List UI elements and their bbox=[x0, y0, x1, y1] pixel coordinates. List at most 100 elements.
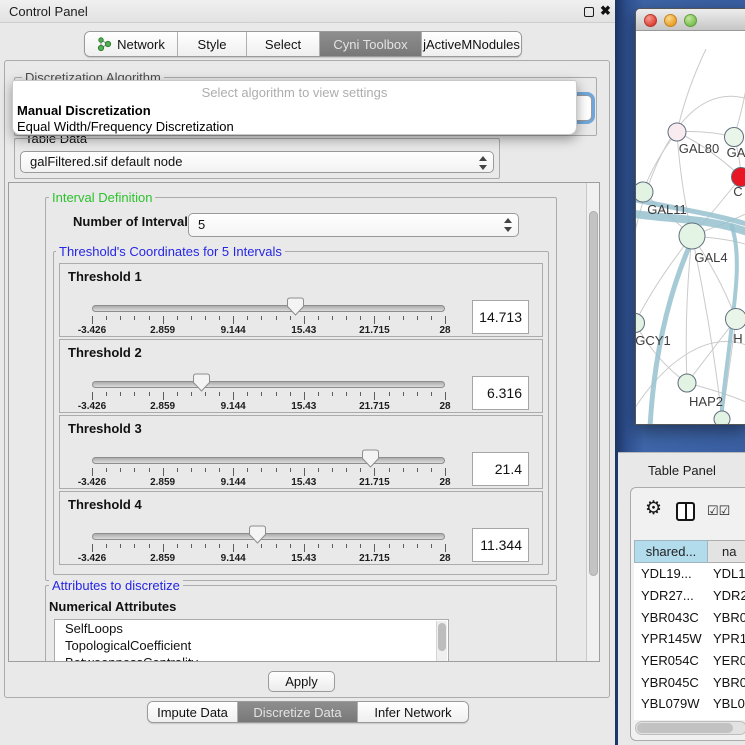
table-row[interactable]: YLR345WYLR3 bbox=[634, 715, 745, 720]
slider-tick bbox=[332, 392, 333, 396]
minimize-traffic-light-icon[interactable] bbox=[664, 14, 677, 27]
slider-tick bbox=[134, 392, 135, 396]
slider-tick bbox=[219, 316, 220, 320]
column-header-shared-name[interactable]: shared... bbox=[634, 540, 708, 563]
network-window-titlebar[interactable] bbox=[636, 9, 745, 31]
table-cell-shared-name: YBL079W bbox=[634, 696, 708, 711]
dropdown-item-equal-width-frequency[interactable]: Equal Width/Frequency Discretization bbox=[17, 119, 234, 134]
tab-label: Style bbox=[198, 37, 227, 52]
column-layout-icon[interactable] bbox=[676, 502, 695, 521]
slider-tick bbox=[389, 468, 390, 472]
tab-impute-data[interactable]: Impute Data bbox=[148, 702, 238, 722]
slider-tick bbox=[261, 544, 262, 548]
numerical-attributes-list[interactable]: SelfLoopsTopologicalCoefficientBetweenne… bbox=[54, 619, 449, 662]
attribute-list-item[interactable]: SelfLoops bbox=[55, 620, 448, 637]
network-node[interactable] bbox=[714, 411, 730, 425]
slider-tick bbox=[205, 316, 206, 320]
apply-button[interactable]: Apply bbox=[268, 671, 335, 692]
network-node-gal80[interactable] bbox=[668, 123, 686, 141]
threshold-slider-thumb[interactable] bbox=[249, 525, 266, 544]
slider-tick bbox=[120, 392, 121, 396]
table-row[interactable]: YDL19...YDL1 bbox=[634, 563, 745, 585]
threshold-value-field[interactable]: 14.713 bbox=[472, 300, 529, 334]
slider-tick bbox=[191, 316, 192, 320]
slider-tick bbox=[374, 316, 375, 324]
numerical-attributes-label: Numerical Attributes bbox=[49, 599, 176, 614]
threshold-slider-thumb[interactable] bbox=[287, 297, 304, 316]
number-of-intervals-label: Number of Intervals bbox=[73, 214, 195, 229]
tab-infer-network[interactable]: Infer Network bbox=[358, 702, 468, 722]
close-traffic-light-icon[interactable] bbox=[644, 14, 657, 27]
slider-tick bbox=[332, 468, 333, 472]
tab-cyni-toolbox[interactable]: Cyni Toolbox bbox=[320, 32, 422, 56]
table-header-row: shared... na bbox=[634, 540, 745, 563]
column-header-name[interactable]: na bbox=[708, 540, 745, 563]
zoom-traffic-light-icon[interactable] bbox=[684, 14, 697, 27]
slider-scale-label: 15.43 bbox=[291, 553, 316, 564]
table-cell-shared-name: YER054C bbox=[634, 653, 708, 668]
network-node-gcy1[interactable] bbox=[636, 314, 645, 333]
threshold-slider-track[interactable] bbox=[92, 381, 445, 388]
tab-discretize-data[interactable]: Discretize Data bbox=[238, 702, 358, 722]
threshold-slider-thumb[interactable] bbox=[362, 449, 379, 468]
threshold-slider-thumb[interactable] bbox=[193, 373, 210, 392]
table-horizontal-scrollbar[interactable] bbox=[635, 721, 745, 735]
tab-style[interactable]: Style bbox=[178, 32, 247, 56]
gear-icon[interactable]: ⚙ bbox=[645, 499, 662, 518]
slider-tick bbox=[276, 544, 277, 548]
slider-tick bbox=[403, 544, 404, 548]
threshold-slider-track[interactable] bbox=[92, 457, 445, 464]
slider-tick bbox=[106, 392, 107, 396]
table-data-combobox[interactable]: galFiltered.sif default node bbox=[20, 151, 494, 173]
table-row[interactable]: YBR045CYBR0 bbox=[634, 671, 745, 693]
slider-tick bbox=[106, 316, 107, 320]
slider-scale-label: 2.859 bbox=[150, 477, 175, 488]
table-panel: Table Panel ⚙ ☑☑ shared... na YDL19...YD… bbox=[618, 452, 745, 745]
tab-jactivemnodules[interactable]: jActiveMNodules bbox=[422, 32, 521, 56]
network-node-ga[interactable] bbox=[725, 128, 744, 147]
network-node-h[interactable] bbox=[726, 309, 745, 330]
slider-tick bbox=[177, 468, 178, 472]
slider-scale-label: 15.43 bbox=[291, 401, 316, 412]
slider-tick bbox=[92, 316, 93, 324]
attribute-list-item[interactable]: TopologicalCoefficient bbox=[55, 637, 448, 654]
network-node-hap2[interactable] bbox=[678, 374, 696, 392]
threshold-value-field[interactable]: 21.4 bbox=[472, 452, 529, 486]
network-node-gal11[interactable] bbox=[636, 182, 653, 202]
screenshot-root: Control Panel ✖ NetworkStyleSelectCyni T… bbox=[0, 0, 745, 745]
settings-vertical-scrollbar[interactable] bbox=[586, 183, 600, 661]
threshold-slider-track[interactable] bbox=[92, 305, 445, 312]
network-canvas[interactable]: GAL80GACGAL11GAL4GCY1HHAP2 bbox=[636, 31, 745, 425]
table-panel-window: ⚙ ☑☑ shared... na YDL19...YDL1YDR27...YD… bbox=[630, 487, 745, 741]
table-row[interactable]: YDR27...YDR2 bbox=[634, 585, 745, 607]
network-node-gal4[interactable] bbox=[679, 223, 705, 249]
slider-tick bbox=[304, 544, 305, 552]
close-icon[interactable]: ✖ bbox=[600, 3, 611, 19]
tab-select[interactable]: Select bbox=[247, 32, 320, 56]
float-window-icon[interactable] bbox=[584, 7, 594, 17]
table-row[interactable]: YPR145WYPR1 bbox=[634, 628, 745, 650]
settings-scrollbar-thumb[interactable] bbox=[589, 211, 598, 576]
table-scrollbar-thumb[interactable] bbox=[637, 723, 733, 733]
slider-tick bbox=[120, 544, 121, 548]
threshold-label: Threshold 4 bbox=[68, 497, 142, 512]
table-row[interactable]: YER054CYER0 bbox=[634, 650, 745, 672]
threshold-value-field[interactable]: 11.344 bbox=[472, 528, 529, 562]
table-row[interactable]: YBR043CYBR0 bbox=[634, 606, 745, 628]
table-cell-shared-name: YBR043C bbox=[634, 610, 708, 625]
combo-arrows-icon bbox=[478, 155, 487, 171]
number-of-intervals-spinner[interactable]: 5 bbox=[188, 213, 519, 237]
slider-scale-label: 9.144 bbox=[221, 553, 246, 564]
checkbox-icons[interactable]: ☑☑ bbox=[707, 503, 730, 519]
attributes-list-scrollbar[interactable] bbox=[436, 621, 447, 662]
attribute-list-item[interactable]: BetweennessCentrality bbox=[55, 654, 448, 662]
table-row[interactable]: YBL079WYBL0 bbox=[634, 693, 745, 715]
threshold-box-2: Threshold 2-3.4262.8599.14415.4321.71528… bbox=[59, 339, 543, 413]
tab-network[interactable]: Network bbox=[85, 32, 178, 56]
threshold-value-field[interactable]: 6.316 bbox=[472, 376, 529, 410]
threshold-slider-track[interactable] bbox=[92, 533, 445, 540]
slider-tick bbox=[417, 468, 418, 472]
dropdown-item-manual-discretization[interactable]: Manual Discretization bbox=[17, 103, 151, 118]
slider-tick bbox=[247, 316, 248, 320]
slider-tick bbox=[106, 544, 107, 548]
